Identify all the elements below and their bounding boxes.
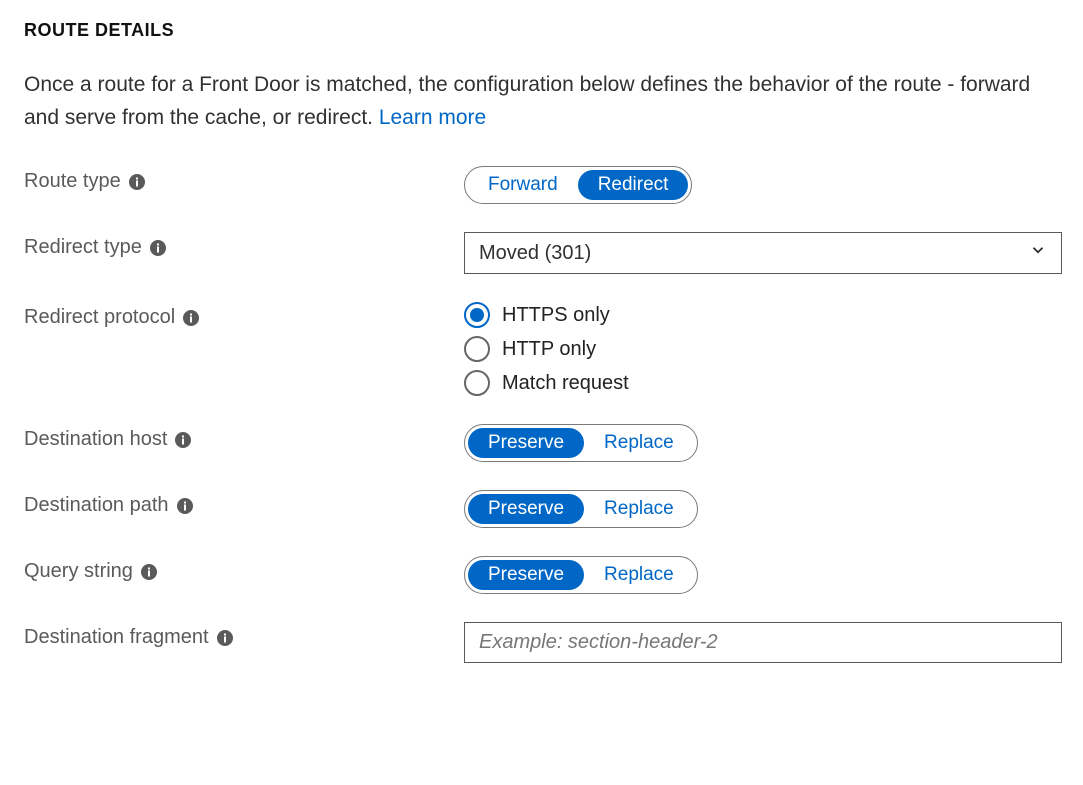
destination-fragment-label: Destination fragment (24, 622, 464, 649)
radio-label: Match request (502, 372, 629, 395)
query-string-replace[interactable]: Replace (584, 560, 694, 590)
destination-path-preserve[interactable]: Preserve (468, 494, 584, 524)
redirect-protocol-https-only[interactable]: HTTPS only (464, 302, 1062, 328)
redirect-protocol-label-text: Redirect protocol (24, 306, 175, 329)
destination-host-label: Destination host (24, 424, 464, 451)
learn-more-link[interactable]: Learn more (379, 106, 486, 129)
destination-path-replace[interactable]: Replace (584, 494, 694, 524)
destination-host-preserve[interactable]: Preserve (468, 428, 584, 458)
redirect-protocol-radiogroup: HTTPS only HTTP only Match request (464, 302, 1062, 396)
destination-path-label: Destination path (24, 490, 464, 517)
section-description: Once a route for a Front Door is matched… (24, 69, 1054, 134)
info-icon[interactable] (177, 498, 193, 514)
redirect-type-label: Redirect type (24, 232, 464, 259)
query-string-label-text: Query string (24, 560, 133, 583)
query-string-toggle[interactable]: Preserve Replace (464, 556, 698, 594)
destination-path-toggle[interactable]: Preserve Replace (464, 490, 698, 528)
redirect-type-value: Moved (301) (479, 242, 591, 265)
query-string-preserve[interactable]: Preserve (468, 560, 584, 590)
info-icon[interactable] (217, 630, 233, 646)
chevron-down-icon (1029, 241, 1047, 265)
info-icon[interactable] (175, 432, 191, 448)
destination-path-label-text: Destination path (24, 494, 169, 517)
redirect-protocol-http-only[interactable]: HTTP only (464, 336, 1062, 362)
route-type-redirect[interactable]: Redirect (578, 170, 689, 200)
redirect-protocol-label: Redirect protocol (24, 302, 464, 329)
route-type-label: Route type (24, 166, 464, 193)
section-title: ROUTE DETAILS (24, 20, 1063, 41)
redirect-type-label-text: Redirect type (24, 236, 142, 259)
info-icon[interactable] (183, 310, 199, 326)
route-type-toggle[interactable]: Forward Redirect (464, 166, 692, 204)
radio-icon (464, 336, 490, 362)
destination-host-replace[interactable]: Replace (584, 428, 694, 458)
redirect-protocol-match-request[interactable]: Match request (464, 370, 1062, 396)
info-icon[interactable] (129, 174, 145, 190)
info-icon[interactable] (150, 240, 166, 256)
redirect-type-dropdown[interactable]: Moved (301) (464, 232, 1062, 274)
route-type-forward[interactable]: Forward (468, 170, 578, 200)
query-string-label: Query string (24, 556, 464, 583)
route-type-label-text: Route type (24, 170, 121, 193)
destination-fragment-label-text: Destination fragment (24, 626, 209, 649)
destination-host-label-text: Destination host (24, 428, 167, 451)
destination-host-toggle[interactable]: Preserve Replace (464, 424, 698, 462)
destination-fragment-input[interactable] (464, 622, 1062, 663)
info-icon[interactable] (141, 564, 157, 580)
radio-icon (464, 302, 490, 328)
radio-icon (464, 370, 490, 396)
description-text: Once a route for a Front Door is matched… (24, 73, 1030, 129)
radio-label: HTTPS only (502, 304, 610, 327)
radio-label: HTTP only (502, 338, 596, 361)
